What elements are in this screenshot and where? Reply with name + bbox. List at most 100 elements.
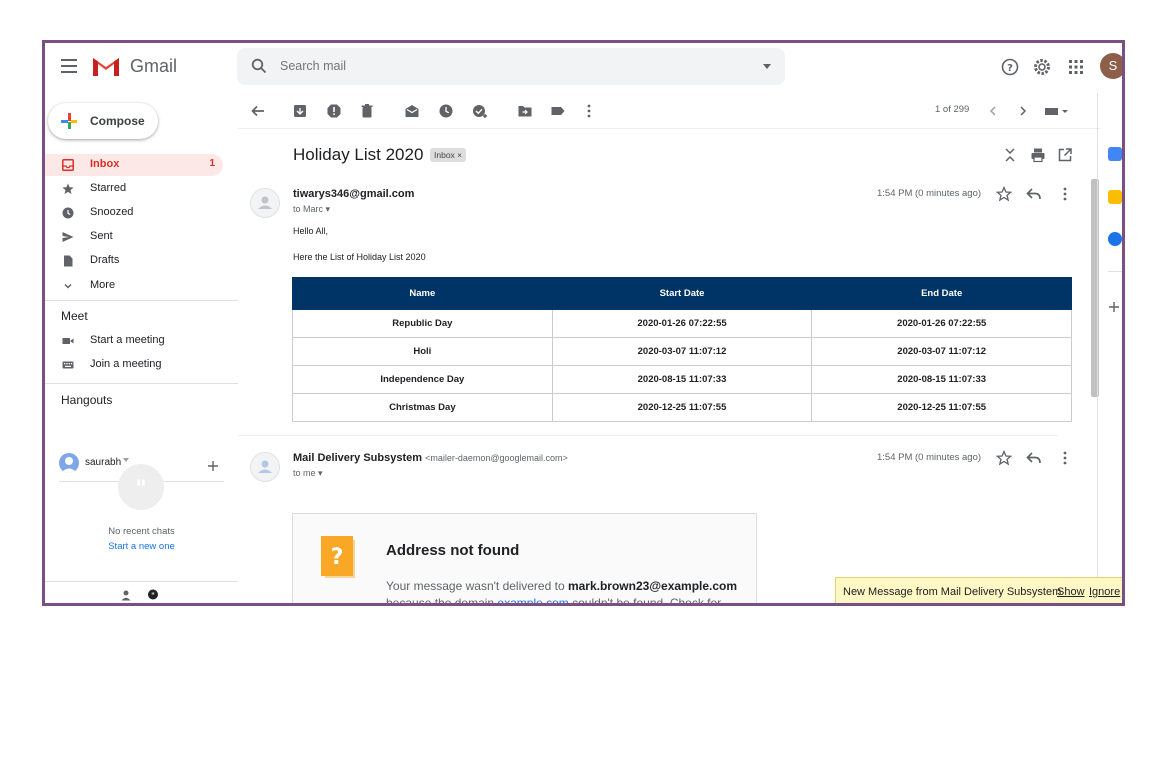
sidebar-item-label: Inbox [90,158,120,170]
ignore-link[interactable]: Ignore [1089,586,1120,598]
compose-plus-icon [61,113,77,129]
chevron-down-icon [64,283,72,289]
sidebar-item-label: Sent [90,230,113,242]
table-row: Christmas Day 2020-12-25 11:07:55 2020-1… [292,393,1072,422]
table-row: Republic Day 2020-01-26 07:22:55 2020-01… [292,309,1072,338]
sidebar-item-sent[interactable]: Sent [45,226,223,248]
divider [45,581,238,582]
report-spam-icon[interactable] [326,103,342,119]
search-bar[interactable] [237,48,785,85]
message-more-options-icon[interactable] [1057,450,1073,466]
search-options-icon[interactable] [763,64,771,69]
delivery-failure-card: ? Address not found Your message wasn't … [292,513,757,606]
join-meeting-item[interactable]: Join a meeting [45,354,223,376]
reply-arrow-icon[interactable] [1026,450,1042,466]
recipient-text: to Marc [293,204,324,214]
print-icon[interactable] [1030,147,1046,163]
mark-unread-icon[interactable] [404,103,420,119]
start-new-chat-link[interactable]: Start a new one [45,541,238,552]
send-icon [62,232,74,242]
table-cell: 2020-12-25 11:07:55 [551,393,813,422]
collapse-all-icon[interactable] [1002,147,1018,163]
inbox-icon [62,159,74,171]
table-cell: 2020-01-26 07:22:55 [551,309,813,338]
remove-label-icon[interactable]: × [457,150,462,160]
message-more-options-icon[interactable] [1057,186,1073,202]
tasks-icon[interactable] [1108,232,1122,246]
apps-grid-icon[interactable] [1066,57,1086,77]
pagination-count: 1 of 299 [935,104,970,115]
snooze-clock-icon[interactable] [438,103,454,119]
divider [1108,271,1122,272]
column-header: Name [292,277,553,310]
bounce-text: couldn't be found. Check for [568,596,722,606]
star-outline-icon[interactable] [996,450,1012,466]
main-menu-icon[interactable] [61,59,77,73]
warning-question-icon: ? [321,536,355,578]
hangouts-chat-icon[interactable]: " [147,589,159,601]
search-icon[interactable] [251,58,267,74]
join-meeting-label: Join a meeting [90,358,162,370]
keyboard-icon [62,361,74,369]
hangouts-section-title: Hangouts [61,393,113,407]
sidebar-item-label: Drafts [90,254,120,266]
sender-name-line[interactable]: Mail Delivery Subsystem <mailer-daemon@g… [293,452,568,464]
sidebar-item-label: Starred [90,182,127,194]
add-task-icon[interactable] [472,103,488,119]
domain-link[interactable]: example.com [497,596,568,603]
bounce-recipient: mark.brown23@example.com [567,579,738,593]
keep-icon[interactable] [1108,190,1122,204]
new-message-notification: New Message from Mail Delivery Subsystem… [835,577,1122,603]
details-dropdown-icon[interactable]: ▾ [318,468,323,478]
message-divider [238,435,1058,436]
email-greeting: Hello All, [293,226,329,236]
input-tools-keyboard-icon[interactable] [1044,103,1070,119]
calendar-icon[interactable] [1108,147,1122,161]
table-cell: 2020-01-26 07:22:55 [811,309,1072,338]
recipient-line[interactable]: to me ▾ [293,468,323,479]
star-outline-icon[interactable] [996,186,1012,202]
show-link[interactable]: Show [1057,586,1085,598]
sender-avatar [250,452,280,482]
app-name: Gmail [130,56,178,76]
gmail-logo-icon [93,58,119,76]
search-input[interactable] [280,59,720,73]
open-in-new-window-icon[interactable] [1057,147,1073,163]
sender-email: <mailer-daemon@googlemail.com> [425,453,568,463]
help-icon[interactable]: ? [1000,57,1020,77]
compose-label: Compose [90,114,145,128]
archive-icon[interactable] [292,103,308,119]
sender-name[interactable]: tiwarys346@gmail.com [293,188,414,200]
label-tag-icon[interactable] [550,103,566,119]
reply-arrow-icon[interactable] [1026,186,1042,202]
sidebar-item-snoozed[interactable]: Snoozed [45,202,223,224]
bounce-text: Your message wasn't delivered to [386,579,568,593]
account-avatar[interactable]: S [1100,53,1122,79]
start-meeting-item[interactable]: Start a meeting [45,330,223,352]
settings-gear-icon[interactable] [1032,57,1052,77]
contacts-person-icon[interactable] [120,589,132,601]
inbox-label-chip[interactable]: Inbox × [430,148,467,162]
back-arrow-icon[interactable] [250,103,266,119]
message-toolbar: 1 of 299 [238,93,1100,129]
sidebar-item-starred[interactable]: Starred [45,178,223,200]
sender-name: Mail Delivery Subsystem [293,452,423,464]
side-panel [1097,93,1122,603]
add-chat-plus-icon[interactable] [207,460,219,472]
recipient-line[interactable]: to Marc ▾ [293,204,330,215]
older-chevron-right-icon[interactable] [1015,103,1031,119]
compose-button[interactable]: Compose [48,103,158,139]
add-addon-plus-icon[interactable] [1108,301,1120,313]
sidebar-item-drafts[interactable]: Drafts [45,250,223,272]
move-to-folder-icon[interactable] [517,103,533,119]
newer-chevron-left-icon[interactable] [985,103,1001,119]
sidebar-item-label: Snoozed [90,206,134,218]
no-recent-chats-text: No recent chats [108,526,175,537]
clock-icon [62,207,74,219]
status-dropdown-icon[interactable] [123,458,129,462]
delete-trash-icon[interactable] [359,103,375,119]
more-options-icon[interactable] [581,103,597,119]
sidebar-item-inbox[interactable]: Inbox 1 [45,154,223,176]
sidebar-item-more[interactable]: More [45,275,223,297]
details-dropdown-icon[interactable]: ▾ [326,204,331,214]
